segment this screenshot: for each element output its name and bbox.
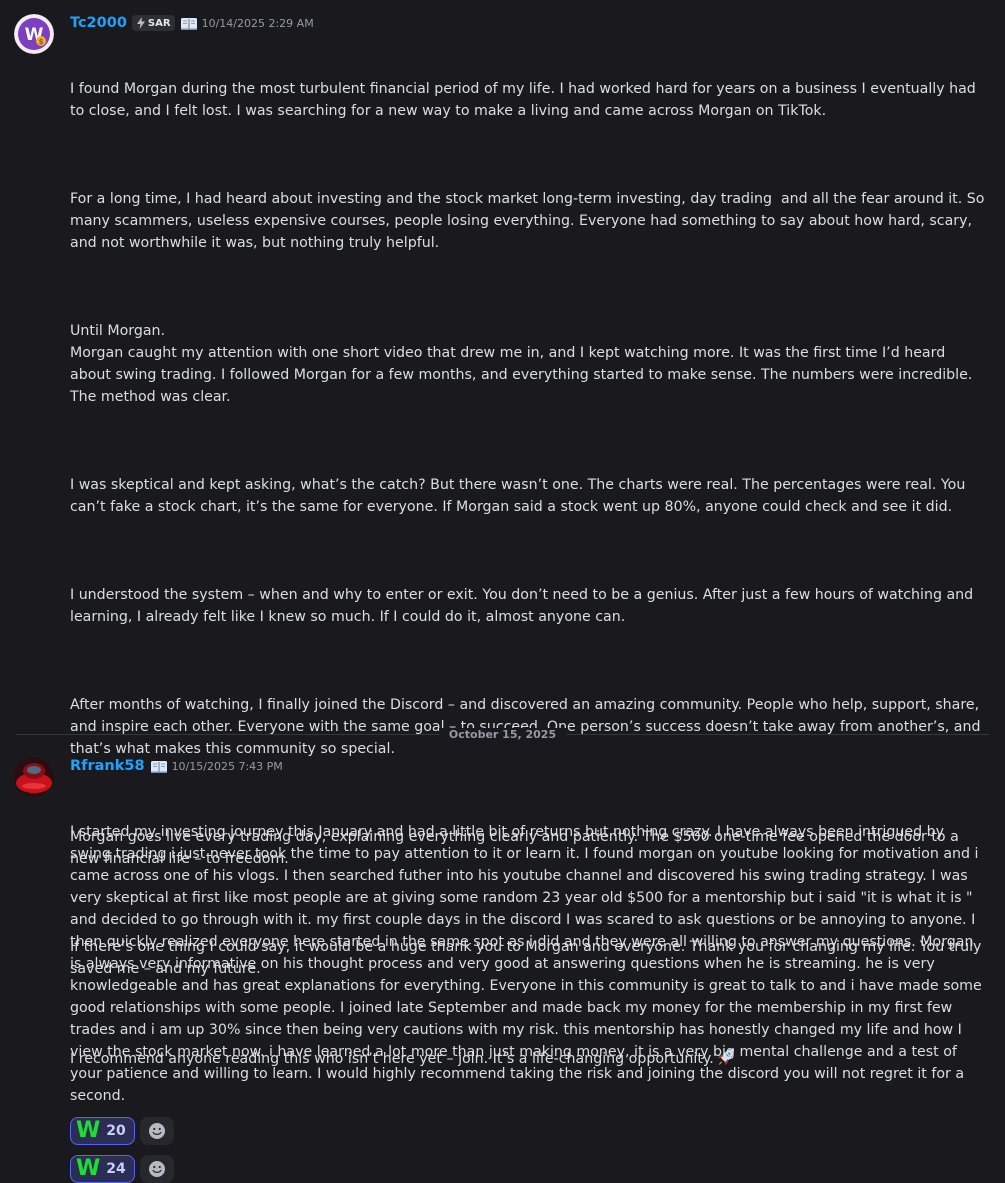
- message-paragraph: For a long time, I had heard about inves…: [70, 191, 989, 251]
- guild-tag-label: SAR: [147, 17, 171, 29]
- divider-line: [16, 734, 439, 735]
- divider-line: [566, 734, 989, 735]
- reaction-w[interactable]: W 24: [70, 1155, 135, 1183]
- smiley-icon: [148, 1161, 165, 1177]
- reactions: W 24: [70, 1155, 985, 1183]
- reaction-count: 24: [106, 1161, 126, 1177]
- date-divider: October 15, 2025: [16, 727, 989, 742]
- timestamp: 10/14/2025 2:29 AM: [201, 16, 314, 30]
- username[interactable]: Rfrank58: [70, 758, 145, 774]
- message-header: Rfrank58 10/15/2025 7:43 PM: [70, 755, 985, 777]
- add-reaction-button[interactable]: [139, 1155, 174, 1183]
- guild-tag[interactable]: SAR: [131, 15, 175, 31]
- book-icon[interactable]: [150, 759, 168, 773]
- avatar[interactable]: W $: [14, 14, 54, 54]
- message-body: I started my investing journey this Janu…: [70, 777, 985, 1151]
- avatar[interactable]: [14, 757, 54, 797]
- message-paragraph: I understood the system – when and why t…: [70, 587, 978, 625]
- message-paragraph: I was skeptical and kept asking, what’s …: [70, 477, 970, 515]
- username[interactable]: Tc2000: [70, 15, 127, 31]
- message-paragraph: I started my investing journey this Janu…: [70, 824, 987, 1104]
- timestamp: 10/15/2025 7:43 PM: [171, 759, 283, 773]
- date-divider-label: October 15, 2025: [438, 727, 567, 742]
- message-paragraph: I found Morgan during the most turbulent…: [70, 81, 981, 119]
- message-header: Tc2000 SAR 10/14/2025 2:29 AM: [70, 12, 985, 34]
- lightning-icon: [136, 17, 145, 29]
- w-emoji: W: [76, 1156, 101, 1181]
- message-paragraph: Until Morgan. Morgan caught my attention…: [70, 323, 973, 405]
- svg-text:$: $: [39, 38, 44, 46]
- book-icon[interactable]: [180, 16, 198, 30]
